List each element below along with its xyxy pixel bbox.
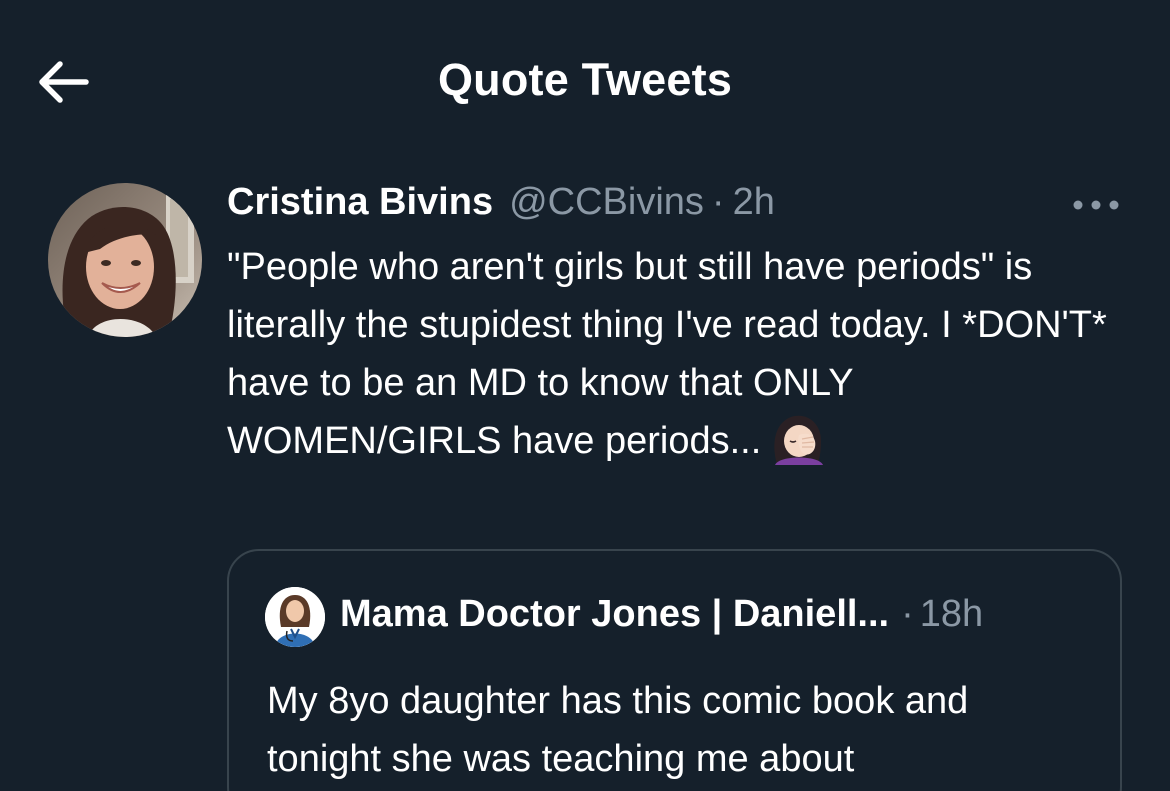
quoted-tweet-timestamp: 18h <box>919 593 984 635</box>
separator-dot: · <box>711 181 725 223</box>
quoted-tweet-text: My 8yo daughter has this comic book and … <box>267 680 969 780</box>
author-handle[interactable]: @CCBivins <box>509 181 704 224</box>
top-bar: Quote Tweets <box>0 0 1170 165</box>
avatar[interactable] <box>48 183 202 337</box>
tweet-timestamp[interactable]: 2h <box>733 181 775 224</box>
tweet-header: Cristina Bivins @CCBivins · 2h <box>227 181 775 229</box>
more-horizontal-icon <box>1073 200 1119 210</box>
woman-facepalming-emoji <box>774 415 824 465</box>
quote-tweet-item[interactable]: Cristina Bivins @CCBivins · 2h "People w… <box>0 165 1170 791</box>
quoted-tweet-header: Mama Doctor Jones | Daniell... · 18h <box>340 593 983 636</box>
author-name[interactable]: Cristina Bivins <box>227 181 493 224</box>
separator-dot: · <box>901 593 914 635</box>
quoted-tweet-card[interactable]: Mama Doctor Jones | Daniell... · 18h My … <box>227 549 1122 791</box>
tweet-text: "People who aren't girls but still have … <box>227 246 1107 462</box>
more-options-button[interactable] <box>1068 187 1124 223</box>
quoted-author-name: Mama Doctor Jones | Daniell... <box>340 593 890 635</box>
quoted-author-avatar <box>265 587 325 647</box>
tweet-body: "People who aren't girls but still have … <box>227 238 1127 470</box>
page-title: Quote Tweets <box>437 54 733 105</box>
